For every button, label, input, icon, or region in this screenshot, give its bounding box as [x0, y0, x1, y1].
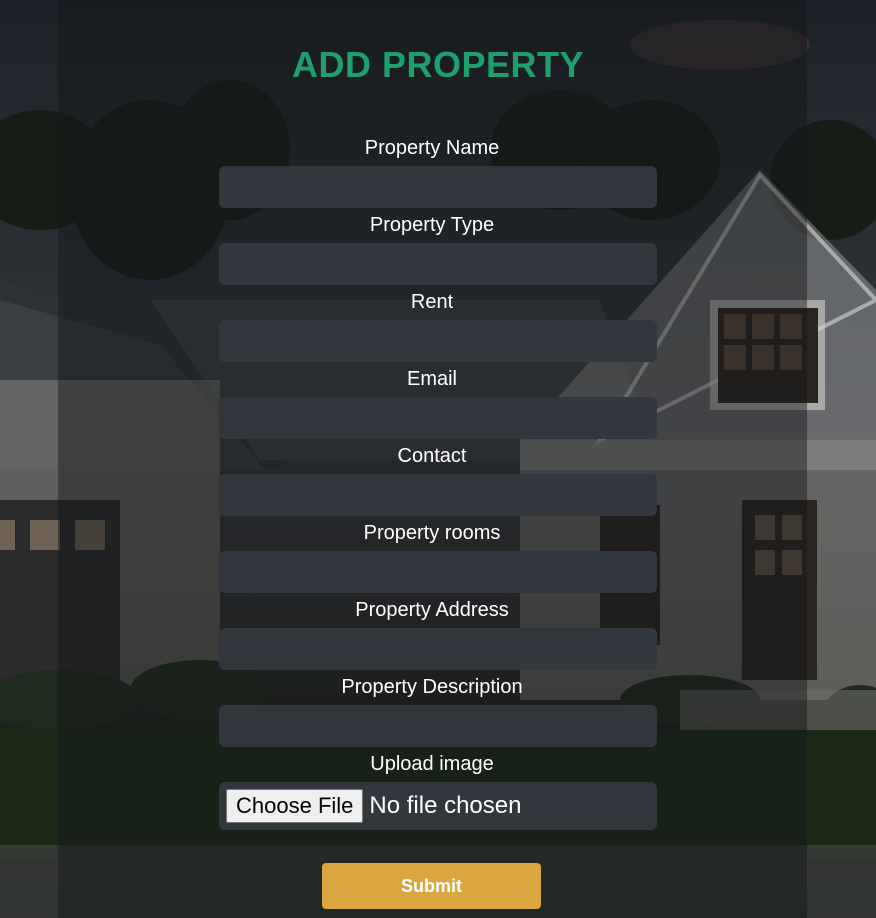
email-input[interactable]: [219, 397, 657, 439]
property-rooms-label: Property rooms: [363, 522, 501, 544]
property-description-input[interactable]: [219, 705, 657, 747]
property-rooms-input[interactable]: [219, 551, 657, 593]
property-address-input[interactable]: [219, 628, 657, 670]
property-name-input[interactable]: [219, 166, 657, 208]
property-name-label: Property Name: [364, 137, 500, 159]
rent-input[interactable]: [219, 320, 657, 362]
property-description-label: Property Description: [341, 676, 523, 698]
email-label: Email: [406, 368, 457, 390]
image-file-input[interactable]: Choose File No file chosen: [219, 782, 657, 830]
choose-file-button[interactable]: Choose File: [226, 789, 364, 823]
property-type-input[interactable]: [219, 243, 657, 285]
add-property-form: Property Name Property Type Rent Email C…: [0, 0, 876, 918]
contact-label: Contact: [397, 445, 467, 467]
property-type-label: Property Type: [369, 214, 495, 236]
page-background: ADD PROPERTY Property Name Property Type…: [0, 0, 876, 918]
rent-label: Rent: [410, 291, 454, 313]
submit-button[interactable]: Submit: [322, 863, 541, 909]
property-address-label: Property Address: [355, 599, 509, 621]
upload-image-label: Upload image: [370, 753, 494, 775]
file-status-text: No file chosen: [369, 792, 522, 819]
contact-input[interactable]: [219, 474, 657, 516]
